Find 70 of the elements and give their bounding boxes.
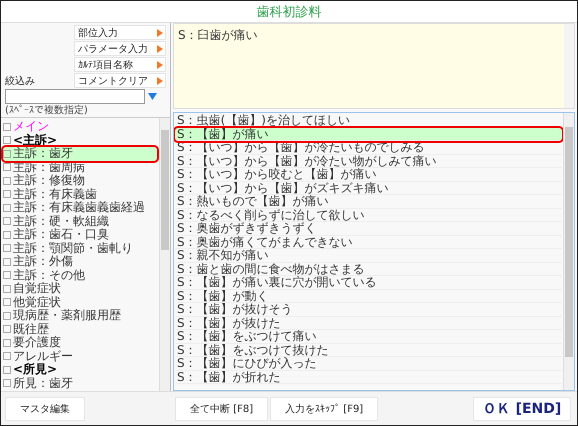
category-item[interactable]: 主訴：顎関節・歯軋り (3, 242, 157, 255)
phrase-item[interactable]: S：【いつ】から咬むと【歯】が痛い (175, 168, 562, 182)
phrase-item[interactable]: S：なるべく削らずに治して欲しい (175, 208, 562, 222)
checkbox[interactable] (3, 230, 11, 239)
category-item[interactable]: <主訴> (3, 134, 157, 147)
checkbox[interactable] (3, 217, 11, 226)
phrase-item[interactable]: S：【いつ】から【歯】がズキズキ痛い (175, 182, 562, 195)
category-item[interactable]: アレルギー (3, 350, 157, 363)
tool-button[interactable]: 部位入力 (74, 25, 166, 40)
checkbox[interactable] (3, 136, 11, 144)
checkbox[interactable] (3, 379, 11, 388)
phrase-item[interactable]: S：【歯】が抜けた (175, 316, 562, 330)
checkbox[interactable] (3, 352, 11, 360)
category-item[interactable]: 他覚症状 (3, 296, 157, 309)
phrase-item[interactable]: S：【歯】が折れた (175, 370, 562, 384)
category-item[interactable]: 要介護度 (3, 336, 157, 350)
phrase-item[interactable]: S：【歯】が抜けそう (175, 303, 562, 316)
phrase-item[interactable]: S：【歯】をぶつけて抜けた (175, 344, 562, 357)
category-item[interactable]: 主訴：その他 (3, 268, 157, 282)
phrase-item[interactable]: S：【歯】にひびが入った (175, 357, 562, 370)
phrase-item[interactable]: S：歯と歯の間に食べ物がはさまる (175, 262, 562, 276)
category-item[interactable]: <所見> (3, 363, 157, 376)
tool-button[interactable]: ｶﾙﾃ項目名称 (74, 57, 166, 72)
phrase-item[interactable]: S：奥歯がずきずきうずく (175, 222, 562, 236)
category-item[interactable]: 主訴：歯牙 (3, 147, 157, 160)
ok-button[interactable]: ＯＫ [END] (473, 396, 571, 420)
category-item[interactable]: 主訴：有床義歯 (3, 188, 157, 201)
checkbox[interactable] (3, 204, 11, 212)
checkbox[interactable] (3, 298, 11, 306)
category-item[interactable]: 自覚症状 (3, 282, 157, 296)
category-item[interactable]: 主訴：外傷 (3, 255, 157, 268)
phrase-item[interactable]: S：【歯】が痛い裏に穴が開いている (175, 276, 562, 290)
phrase-item[interactable]: S：熱いもので【歯】が痛い (175, 195, 562, 208)
dropdown-arrow-icon[interactable] (148, 93, 157, 100)
tool-button[interactable]: パラメータ入力 (74, 41, 166, 56)
scrollbar[interactable] (159, 118, 170, 391)
filter-label: 絞込み (5, 74, 36, 88)
master-edit-button[interactable]: マスタ編集 (5, 396, 85, 420)
phrase-item[interactable]: S：【歯】をぶつけて痛い (175, 330, 562, 344)
checkbox[interactable] (3, 271, 11, 280)
checkbox[interactable] (3, 312, 11, 320)
checkbox[interactable] (3, 325, 11, 334)
tool-button[interactable]: コメントクリア (74, 73, 166, 88)
phrase-item[interactable]: S：親不知が痛い (175, 249, 562, 262)
checkbox[interactable] (3, 244, 11, 252)
category-item[interactable]: 主訴：硬・軟組織 (3, 214, 157, 228)
checkbox[interactable] (3, 284, 11, 293)
checkbox[interactable] (3, 366, 11, 374)
category-item[interactable]: 既往歴 (3, 322, 157, 336)
cancel-all-button[interactable]: 全て中断 [F8] (175, 396, 268, 420)
checkbox[interactable] (3, 176, 11, 185)
category-item[interactable]: 主訴：有床義歯義歯経過 (3, 201, 157, 214)
scrollbar[interactable] (563, 113, 574, 390)
phrase-item[interactable]: S：奥歯が痛くてがまんできない (175, 236, 562, 249)
phrase-item[interactable]: S：【いつ】から【歯】が冷たい物がしみて痛い (175, 154, 562, 168)
skip-input-button[interactable]: 入力をｽｷｯﾌﾟ [F9] (270, 396, 378, 420)
category-item[interactable]: 主訴：修復物 (3, 174, 157, 188)
checkbox[interactable] (3, 258, 11, 266)
category-item[interactable]: 所見：歯牙 (3, 376, 157, 390)
checkbox[interactable] (3, 338, 11, 347)
category-item[interactable]: 現病歴・薬剤服用歴 (3, 309, 157, 322)
phrase-item[interactable]: S：【歯】が痛い (175, 128, 562, 141)
checkbox[interactable] (3, 150, 11, 158)
checkbox[interactable] (3, 190, 11, 198)
phrase-item[interactable]: S：【歯】が動く (175, 290, 562, 303)
filter-field[interactable] (5, 89, 145, 104)
checkbox[interactable] (3, 122, 11, 131)
category-item[interactable]: 主訴：歯石・口臭 (3, 228, 157, 242)
filter-hint: (ｽﾍﾟｰｽで複数指定) (5, 105, 89, 116)
checkbox[interactable] (3, 163, 11, 172)
